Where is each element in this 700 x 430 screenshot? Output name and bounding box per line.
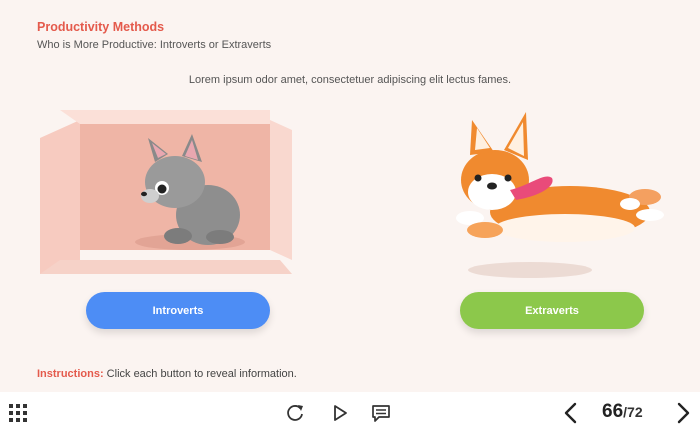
chevron-right-icon[interactable] — [674, 402, 692, 424]
current-page: 66 — [602, 401, 624, 422]
instructions-text: Instructions: Click each button to revea… — [37, 368, 297, 380]
extravert-corgi-illustration — [430, 100, 670, 290]
instructions-body: Click each button to reveal information. — [103, 368, 297, 380]
chevron-left-icon[interactable] — [562, 402, 580, 424]
captions-icon[interactable] — [371, 403, 391, 423]
instructions-label: Instructions: — [37, 368, 104, 380]
page-subtitle: Who is More Productive: Introverts or Ex… — [37, 39, 272, 51]
page-counter: 66 / 72 — [602, 401, 643, 425]
introvert-dog-illustration — [30, 110, 300, 280]
slide-canvas: Productivity Methods Who is More Product… — [0, 0, 700, 392]
lead-text: Lorem ipsum odor amet, consectetuer adip… — [188, 74, 512, 86]
replay-icon[interactable] — [285, 403, 305, 423]
menu-grid-icon[interactable] — [9, 404, 27, 422]
page-title: Productivity Methods — [37, 20, 165, 34]
total-pages: 72 — [627, 404, 643, 420]
play-icon[interactable] — [330, 403, 350, 423]
player-toolbar — [0, 392, 700, 430]
introverts-button[interactable]: Introverts — [86, 292, 270, 329]
extraverts-button[interactable]: Extraverts — [460, 292, 644, 329]
